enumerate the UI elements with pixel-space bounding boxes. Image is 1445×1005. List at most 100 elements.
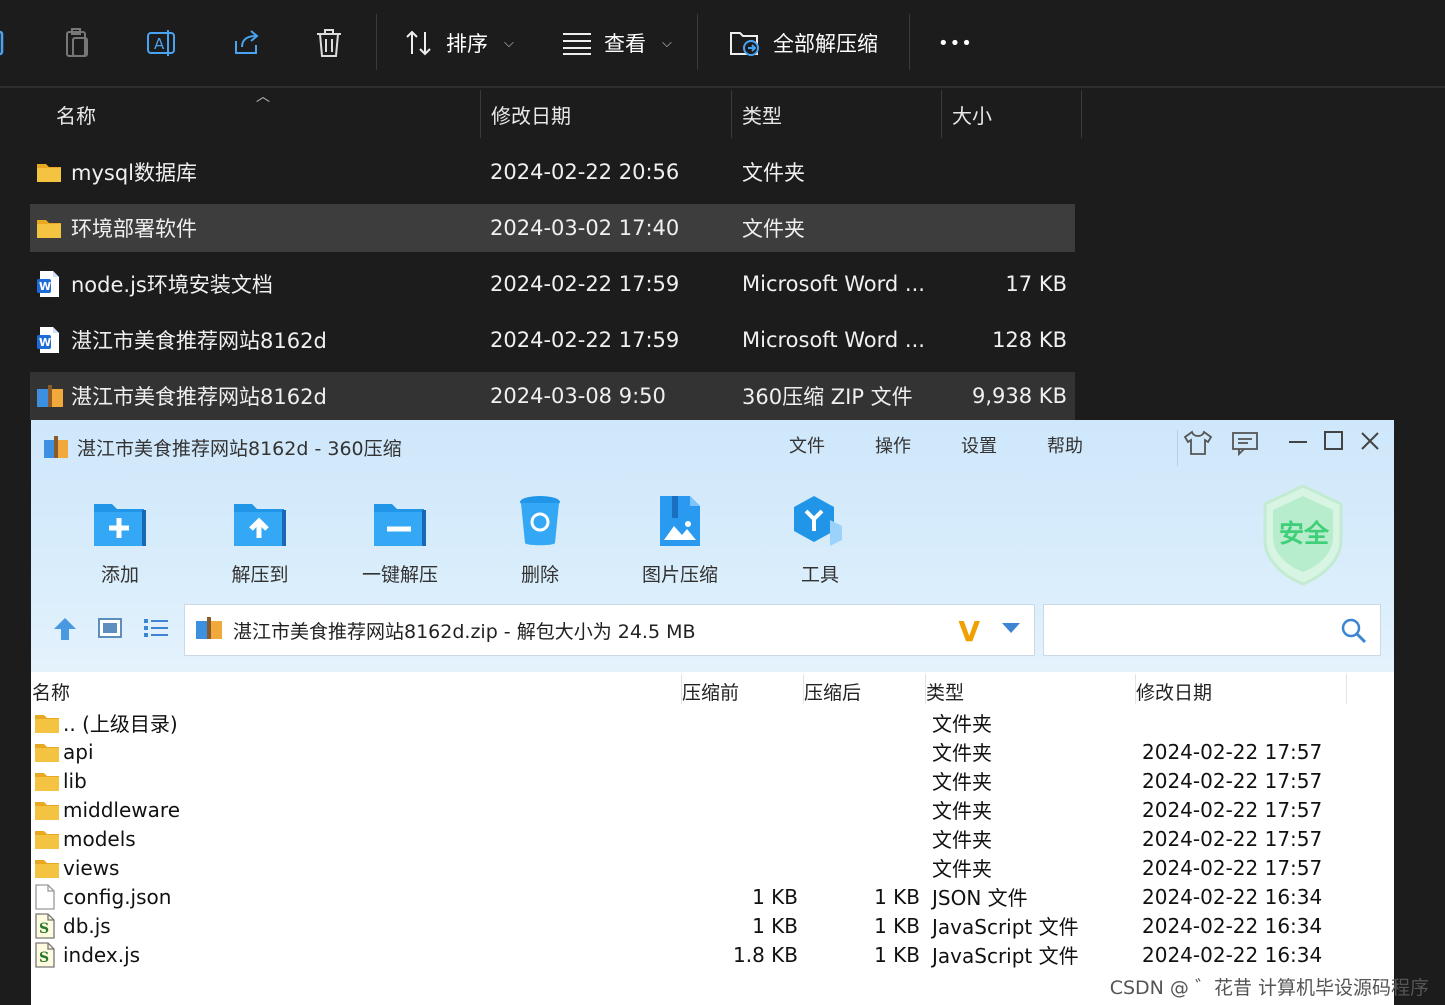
paste-icon[interactable] [64, 22, 92, 64]
column-name[interactable]: 名称 [32, 678, 70, 705]
file-name: 湛江市美食推荐网站8162d [71, 385, 327, 409]
archive-row[interactable]: models 文件夹 2024-02-22 17:57 [31, 824, 1394, 853]
archive-row[interactable]: views 文件夹 2024-02-22 17:57 [31, 853, 1394, 882]
zip-logo-icon [43, 434, 69, 464]
column-name[interactable]: 名称 ︿ [30, 89, 481, 138]
archive-row[interactable]: config.json 1 KB 1 KB JSON 文件 2024-02-22 16:… [31, 882, 1394, 911]
file-name: 环境部署软件 [71, 217, 197, 241]
file-row[interactable]: 环境部署软件 2024-03-02 17:40 文件夹 [30, 204, 1075, 252]
archive-row[interactable]: api 文件夹 2024-02-22 17:57 [31, 737, 1394, 766]
search-input[interactable] [1044, 605, 1324, 653]
maximize-icon[interactable] [1323, 430, 1345, 458]
thumbnail-view-icon[interactable] [97, 616, 123, 644]
search-box[interactable] [1043, 604, 1381, 656]
folder-icon [34, 766, 60, 795]
column-type[interactable]: 类型 [732, 90, 942, 138]
zip-column-header: 名称 压缩前 压缩后 类型 修改日期 [31, 672, 1394, 706]
script-file-icon: S [34, 911, 56, 940]
add-folder-icon [65, 490, 175, 548]
skin-icon[interactable] [1183, 430, 1213, 462]
tools-button[interactable]: 工具 [765, 490, 875, 587]
menu-settings[interactable]: 设置 [961, 432, 997, 458]
column-date[interactable]: 修改日期 [1136, 678, 1212, 705]
svg-text:S: S [39, 950, 49, 966]
script-file-icon: S [34, 940, 56, 969]
entry-name: middleware [63, 797, 180, 822]
security-badge-label: 安全 [1279, 519, 1330, 548]
minimize-icon[interactable] [1287, 424, 1309, 456]
file-date: 2024-03-08 9:50 [490, 384, 666, 408]
entry-type: JavaScript 文件 [932, 944, 1079, 968]
file-row[interactable]: mysql数据库 2024-02-22 20:56 文件夹 [30, 148, 1075, 196]
tools-hexagon-icon [765, 490, 875, 548]
file-size: 128 KB [992, 328, 1067, 352]
one-click-extract-button[interactable]: 一键解压 [345, 490, 455, 587]
entry-type: 文件夹 [932, 712, 992, 736]
rename-icon[interactable]: A [146, 22, 178, 64]
column-type[interactable]: 类型 [926, 678, 964, 705]
entry-date: 2024-02-22 16:34 [1142, 942, 1323, 967]
file-size: 17 KB [1005, 272, 1067, 296]
file-name: node.js环境安装文档 [71, 273, 273, 297]
archive-row[interactable]: Sindex.js 1.8 KB 1 KB JavaScript 文件 2024-02-… [31, 940, 1394, 969]
folder-icon [34, 708, 60, 737]
explorer-toolbar: A 排序 ⌵ 查看 ⌵ 全部解压缩 ••• [0, 0, 1445, 88]
image-compress-button[interactable]: 图片压缩 [625, 490, 735, 587]
entry-name: api [63, 739, 94, 764]
more-options-button[interactable]: ••• [938, 22, 973, 64]
column-size[interactable]: 大小 [942, 90, 1082, 138]
file-row[interactable]: 湛江市美食推荐网站8162d 2024-03-08 9:50 360压缩 ZIP 文… [30, 372, 1075, 420]
extract-to-button[interactable]: 解压到 [205, 490, 315, 587]
entry-type: JavaScript 文件 [932, 915, 1079, 939]
feedback-icon[interactable] [1231, 430, 1259, 462]
entry-type: JSON 文件 [932, 886, 1028, 910]
file-type: 文件夹 [742, 161, 805, 185]
chevron-down-icon: ⌵ [504, 35, 514, 51]
archive-row[interactable]: Sdb.js 1 KB 1 KB JavaScript 文件 2024-02-22 16… [31, 911, 1394, 940]
search-icon[interactable] [1340, 617, 1368, 649]
v-logo-icon[interactable]: V [958, 615, 980, 648]
delete-icon[interactable] [314, 22, 344, 64]
column-after[interactable]: 压缩后 [804, 678, 861, 705]
file-row[interactable]: W 湛江市美食推荐网站8162d 2024-02-22 17:59 Microsoft… [30, 316, 1075, 364]
file-row[interactable]: Wnode.js环境安装文档 2024-02-22 17:59 Microsoft … [30, 260, 1075, 308]
entry-size-before: 1 KB [752, 884, 798, 909]
sort-button[interactable]: 排序 ⌵ [404, 22, 514, 64]
address-dropdown-icon[interactable] [1002, 623, 1020, 633]
file-date: 2024-03-02 17:40 [490, 216, 680, 240]
extract-folder-icon [730, 32, 759, 56]
address-bar[interactable]: 湛江市美食推荐网站8162d.zip - 解包大小为 24.5 MB V [184, 604, 1035, 656]
security-shield-badge[interactable]: 安全 [1259, 482, 1347, 590]
entry-name: db.js [63, 913, 111, 938]
archive-row[interactable]: .. (上级目录) 文件夹 [31, 708, 1394, 737]
entry-date: 2024-02-22 17:57 [1142, 826, 1323, 851]
share-icon[interactable] [230, 22, 262, 64]
add-button[interactable]: 添加 [65, 490, 175, 587]
entry-date: 2024-02-22 17:57 [1142, 855, 1323, 880]
menu-file[interactable]: 文件 [789, 432, 825, 458]
watermark: CSDN @ ゛花昔 计算机毕设源码程序 [1109, 977, 1429, 999]
copy-icon[interactable] [0, 22, 12, 64]
delete-button[interactable]: 删除 [485, 490, 595, 587]
folder-icon [34, 737, 60, 766]
list-view-icon[interactable] [143, 616, 169, 644]
entry-date: 2024-02-22 17:57 [1142, 797, 1323, 822]
entry-size-after: 1 KB [874, 913, 920, 938]
entry-name: .. (上级目录) [63, 712, 178, 736]
entry-date: 2024-02-22 17:57 [1142, 768, 1323, 793]
close-icon[interactable] [1359, 430, 1381, 458]
entry-size-before: 1 KB [752, 913, 798, 938]
entry-size-after: 1 KB [874, 942, 920, 967]
archive-row[interactable]: middleware 文件夹 2024-02-22 17:57 [31, 795, 1394, 824]
folder-icon [34, 795, 60, 824]
archive-row[interactable]: lib 文件夹 2024-02-22 17:57 [31, 766, 1394, 795]
zip-window-title: 湛江市美食推荐网站8162d - 360压缩 [77, 438, 402, 460]
menu-operate[interactable]: 操作 [875, 432, 911, 458]
file-type: 文件夹 [742, 217, 805, 241]
menu-help[interactable]: 帮助 [1047, 432, 1083, 458]
column-date[interactable]: 修改日期 [481, 90, 732, 138]
view-button[interactable]: 查看 ⌵ [562, 22, 672, 64]
extract-all-button[interactable]: 全部解压缩 [729, 22, 878, 64]
up-level-icon[interactable] [51, 616, 79, 646]
column-before[interactable]: 压缩前 [682, 678, 739, 705]
